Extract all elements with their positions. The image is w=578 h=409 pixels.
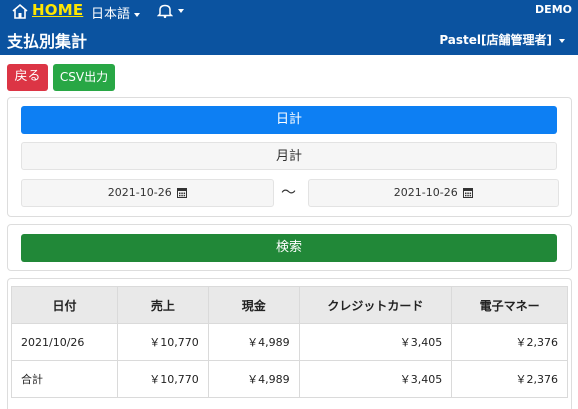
column-header-e-money: 電子マネー (451, 286, 568, 324)
account-label: DEMO (535, 3, 572, 16)
back-button[interactable]: 戻る (7, 64, 48, 91)
user-menu[interactable]: Pastel[店舗管理者] (439, 31, 565, 48)
monthly-toggle-button[interactable]: 月計 (21, 142, 557, 170)
chevron-down-icon (134, 12, 141, 17)
top-navbar: HOME 日本語 DEMO 支払別集計 Pastel[店舗管理者] (0, 0, 578, 55)
language-dropdown[interactable]: 日本語 (91, 3, 141, 22)
table-cell-cash: ￥4,989 (207, 323, 300, 361)
language-label: 日本語 (91, 7, 131, 22)
date-to-value: 2021-10-26 (393, 186, 458, 199)
user-label: Pastel[店舗管理者] (439, 33, 552, 47)
daily-toggle-button[interactable]: 日計 (21, 106, 557, 134)
table-cell-sales: ￥10,770 (116, 323, 209, 361)
table-total-row: 合計 ￥10,770 ￥4,989 ￥3,405 ￥2,376 (11, 360, 568, 398)
date-from-value: 2021-10-26 (107, 186, 172, 199)
table-cell-e-money: ￥2,376 (451, 360, 568, 398)
table-cell-total-label: 合計 (11, 360, 118, 398)
calendar-icon (177, 188, 188, 198)
date-from-input[interactable]: 2021-10-26 (21, 179, 274, 207)
chevron-down-icon (559, 38, 565, 43)
date-to-input[interactable]: 2021-10-26 (308, 179, 559, 207)
table-cell-credit-card: ￥3,405 (298, 360, 453, 398)
column-header-cash: 現金 (207, 286, 300, 324)
csv-export-button[interactable]: CSV出力 (53, 64, 115, 91)
chevron-down-icon[interactable] (178, 9, 184, 13)
column-header-credit-card: クレジットカード (298, 286, 453, 324)
home-icon[interactable] (11, 3, 29, 20)
table-cell-date: 2021/10/26 (11, 323, 118, 361)
search-button[interactable]: 検索 (21, 234, 557, 262)
column-header-sales: 売上 (116, 286, 209, 324)
bell-icon[interactable] (157, 3, 173, 18)
table-cell-credit-card: ￥3,405 (298, 323, 453, 361)
column-header-date: 日付 (11, 286, 118, 324)
calendar-icon (463, 188, 474, 198)
table-row: 2021/10/26 ￥10,770 ￥4,989 ￥3,405 ￥2,376 (11, 323, 568, 361)
payment-summary-table: 日付 売上 現金 クレジットカード 電子マネー 2021/10/26 ￥10,7… (11, 286, 568, 398)
table-cell-e-money: ￥2,376 (451, 323, 568, 361)
page-title: 支払別集計 (7, 32, 88, 51)
table-cell-cash: ￥4,989 (207, 360, 300, 398)
table-header-row: 日付 売上 現金 クレジットカード 電子マネー (11, 286, 568, 324)
table-cell-sales: ￥10,770 (116, 360, 209, 398)
home-link[interactable]: HOME (32, 1, 83, 19)
date-range-separator: 〜 (281, 183, 297, 201)
